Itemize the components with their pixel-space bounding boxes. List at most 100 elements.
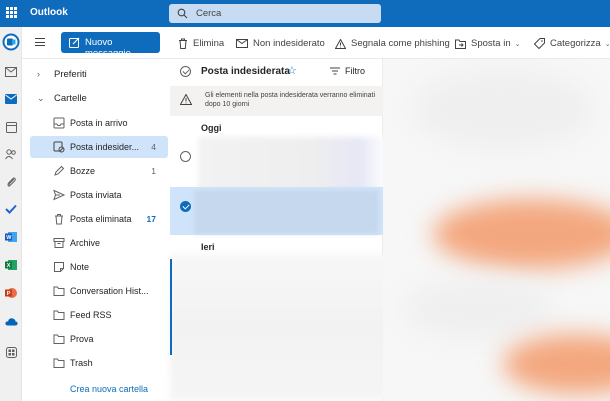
folder-label: Posta inviata — [70, 190, 122, 200]
favorites-section[interactable]: › Preferiti — [22, 66, 170, 82]
attachment-icon[interactable] — [4, 175, 18, 189]
message-select-radio[interactable] — [180, 201, 191, 212]
group-header-today: Oggi — [201, 123, 222, 133]
command-bar: Nuovo messaggio Elimina Non indesiderato… — [22, 27, 610, 59]
folder-deleted[interactable]: Posta eliminata 17 — [30, 208, 168, 230]
search-placeholder: Cerca — [196, 8, 222, 19]
folder-label: Archive — [70, 238, 101, 248]
filter-button[interactable]: Filtro — [330, 66, 365, 76]
folder-title: Posta indesiderata — [201, 66, 290, 77]
create-new-folder-link[interactable]: Crea nuova cartella — [70, 384, 148, 394]
delete-button[interactable]: Elimina — [178, 37, 224, 50]
message-row[interactable] — [170, 137, 388, 193]
folder-drafts[interactable]: Bozze 1 — [30, 160, 168, 182]
svg-text:X: X — [7, 263, 11, 269]
folder-label: Feed RSS — [70, 310, 112, 320]
folders-section[interactable]: ⌄ Cartelle — [22, 90, 170, 106]
not-junk-label: Non indesiderato — [253, 38, 325, 49]
move-to-label: Sposta in — [471, 38, 511, 49]
calendar-icon[interactable] — [4, 120, 18, 134]
tag-icon — [534, 38, 545, 49]
outlook-app-icon[interactable] — [2, 33, 20, 51]
warning-icon — [180, 94, 192, 105]
favorites-label: Preferiti — [54, 69, 87, 80]
message-list-header: Posta indesiderata ☆ Filtro — [170, 59, 383, 83]
pencil-icon — [54, 165, 65, 176]
report-phishing-button[interactable]: Segnala come phishing — [335, 37, 450, 50]
app-title[interactable]: Outlook — [30, 7, 68, 18]
folder-label: Prova — [70, 334, 94, 344]
folder-pane: › Preferiti ⌄ Cartelle Posta in arrivo P… — [22, 59, 170, 401]
blurred-content — [403, 279, 553, 339]
folder-notes[interactable]: Note — [30, 256, 168, 278]
categorize-label: Categorizza — [550, 38, 601, 49]
todo-icon[interactable] — [4, 202, 18, 216]
svg-text:P: P — [7, 291, 11, 297]
folder-label: Conversation Hist... — [70, 286, 149, 296]
more-apps-icon[interactable] — [4, 345, 18, 359]
powerpoint-icon[interactable]: P — [4, 286, 18, 300]
new-message-label: Nuovo messaggio — [85, 37, 131, 59]
folder-icon — [53, 310, 65, 320]
report-phishing-label: Segnala come phishing — [351, 38, 450, 49]
folder-move-icon — [455, 39, 466, 49]
chevron-down-icon: ⌄ — [604, 40, 610, 48]
hamburger-menu-icon[interactable] — [35, 38, 45, 49]
archive-icon — [53, 238, 65, 248]
star-favorite-icon[interactable]: ☆ — [287, 64, 297, 77]
folder-trash[interactable]: Trash — [30, 352, 168, 374]
notice-text: Gli elementi nella posta indesiderata ve… — [205, 92, 376, 108]
people-icon[interactable] — [4, 147, 18, 161]
folder-label: Posta eliminata — [70, 214, 132, 224]
chevron-right-icon: › — [37, 69, 40, 79]
app-launcher-icon[interactable] — [6, 7, 17, 18]
blurred-message-content — [198, 137, 388, 193]
folder-prova[interactable]: Prova — [30, 328, 168, 350]
chevron-down-icon: ⌄ — [37, 93, 45, 103]
group-header-yesterday: Ieri — [201, 242, 215, 252]
inbox-icon — [53, 117, 65, 129]
folder-archive[interactable]: Archive — [30, 232, 168, 254]
not-junk-button[interactable]: Non indesiderato — [236, 37, 325, 50]
filter-label: Filtro — [345, 66, 365, 76]
message-select-radio[interactable] — [180, 151, 191, 162]
word-icon[interactable]: W — [4, 230, 18, 244]
folders-label: Cartelle — [54, 93, 87, 104]
folder-junk[interactable]: Posta indesider... 4 — [30, 136, 168, 158]
svg-text:W: W — [6, 235, 12, 241]
onedrive-icon[interactable] — [4, 314, 18, 328]
blurred-content — [503, 334, 610, 394]
search-icon — [177, 8, 188, 19]
reading-pane — [383, 59, 610, 401]
compose-icon — [69, 37, 80, 48]
folder-label: Posta in arrivo — [70, 118, 128, 128]
filter-icon — [330, 67, 340, 75]
draft-count: 1 — [151, 166, 156, 176]
folder-sent[interactable]: Posta inviata — [30, 184, 168, 206]
excel-icon[interactable]: X — [4, 258, 18, 272]
folder-label: Bozze — [70, 166, 96, 176]
mail-filled-icon[interactable] — [4, 92, 18, 106]
folder-icon — [53, 286, 65, 296]
move-to-button[interactable]: Sposta in ⌄ — [455, 37, 521, 50]
folder-conversation-history[interactable]: Conversation Hist... — [30, 280, 168, 302]
unread-count: 4 — [151, 142, 156, 152]
message-row-selected[interactable] — [170, 187, 383, 235]
folder-icon — [53, 334, 65, 344]
unread-indicator — [170, 259, 172, 355]
folder-label: Trash — [70, 358, 93, 368]
search-input[interactable]: Cerca — [169, 4, 381, 23]
select-all-checkbox[interactable] — [180, 66, 191, 77]
folder-icon — [53, 358, 65, 368]
categorize-button[interactable]: Categorizza ⌄ — [534, 37, 610, 50]
mail-icon[interactable] — [4, 65, 18, 79]
trash-icon — [55, 214, 63, 225]
blurred-content — [433, 199, 610, 269]
chevron-down-icon: ⌄ — [514, 40, 521, 48]
app-rail: W X P — [0, 27, 22, 401]
folder-rss-feeds[interactable]: Feed RSS — [30, 304, 168, 326]
mail-check-icon — [236, 38, 248, 48]
warning-icon — [335, 38, 346, 49]
folder-inbox[interactable]: Posta in arrivo — [30, 112, 168, 134]
new-message-button[interactable]: Nuovo messaggio — [61, 32, 160, 59]
